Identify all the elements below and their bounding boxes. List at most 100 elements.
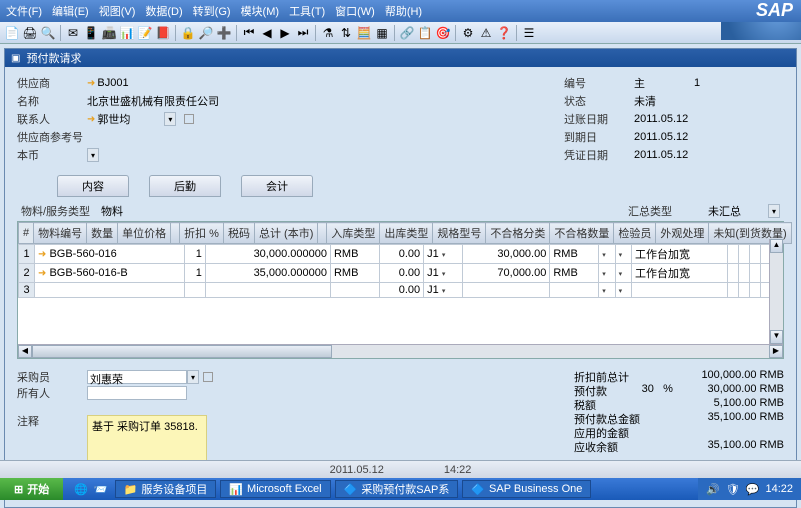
- col-item[interactable]: 物料编号: [34, 223, 87, 244]
- col-nc-class[interactable]: 不合格分类: [486, 223, 550, 244]
- tab-content[interactable]: 内容: [57, 175, 129, 197]
- scroll-down-icon[interactable]: ▼: [770, 330, 783, 344]
- owner-value[interactable]: [87, 386, 187, 400]
- menu-data[interactable]: 数据(D): [145, 3, 182, 19]
- task-item[interactable]: 📊Microsoft Excel: [220, 480, 330, 498]
- col-tax[interactable]: 税码: [223, 223, 254, 244]
- due-value[interactable]: 2011.05.12: [634, 131, 688, 143]
- tb-context-icon[interactable]: ☰: [521, 25, 537, 41]
- col-qty[interactable]: 数量: [87, 223, 118, 244]
- link-arrow-icon[interactable]: ➜: [87, 78, 95, 89]
- tb-sms-icon[interactable]: 📱: [83, 25, 99, 41]
- menu-view[interactable]: 视图(V): [99, 3, 136, 19]
- buyer-dropdown[interactable]: ▾: [187, 370, 199, 384]
- tb-link-icon[interactable]: 🔗: [399, 25, 415, 41]
- currency-dropdown[interactable]: ▾: [87, 148, 99, 162]
- tb-prev-icon[interactable]: ◀: [259, 25, 275, 41]
- contact-browse-icon[interactable]: [184, 114, 194, 124]
- quicklaunch-icon[interactable]: 🌐: [71, 483, 91, 496]
- sumtype-dropdown[interactable]: ▾: [768, 204, 780, 218]
- col-rownum[interactable]: #: [19, 223, 34, 244]
- total-value: 35,100.00 RMB: [708, 411, 784, 425]
- doc-value[interactable]: 2011.05.12: [634, 149, 688, 161]
- menu-modules[interactable]: 模块(M): [241, 3, 280, 19]
- tb-fax-icon[interactable]: 📠: [101, 25, 117, 41]
- vendor-value[interactable]: BJ001: [97, 77, 128, 89]
- currency-label: 本币: [17, 147, 87, 163]
- start-button[interactable]: ⊞ 开始: [0, 478, 63, 500]
- col-surface[interactable]: 外观处理: [656, 223, 709, 244]
- dp-pct[interactable]: 30: [642, 383, 654, 395]
- menu-help[interactable]: 帮助(H): [385, 3, 422, 19]
- scroll-left-icon[interactable]: ◀: [18, 345, 32, 358]
- col-in[interactable]: 入库类型: [327, 223, 380, 244]
- contact-dropdown[interactable]: ▾: [164, 112, 176, 126]
- tb-preview-icon[interactable]: 🔍: [40, 25, 56, 41]
- tb-target-icon[interactable]: 🎯: [435, 25, 451, 41]
- buyer-value[interactable]: 刘惠荣: [87, 370, 187, 384]
- tray-icon[interactable]: 💬: [746, 483, 760, 496]
- col-disc[interactable]: 折扣 %: [180, 223, 224, 244]
- sumtype-value[interactable]: 未汇总: [708, 203, 768, 219]
- tb-word-icon[interactable]: 📝: [137, 25, 153, 41]
- tb-pdf-icon[interactable]: 📕: [155, 25, 171, 41]
- tb-filter-icon[interactable]: ⚗: [320, 25, 336, 41]
- tb-find-icon[interactable]: 🔎: [198, 25, 214, 41]
- tb-add-icon[interactable]: ➕: [216, 25, 232, 41]
- tb-export-icon[interactable]: 📊: [119, 25, 135, 41]
- post-value[interactable]: 2011.05.12: [634, 113, 688, 125]
- tb-calc-icon[interactable]: 🧮: [356, 25, 372, 41]
- tb-alert-icon[interactable]: ⚠: [478, 25, 494, 41]
- table-row[interactable]: 1➜ BGB-560-016130,000.000000RMB0.00J1 ▾3…: [19, 245, 783, 264]
- link-arrow-icon[interactable]: ➜: [87, 114, 95, 125]
- tb-lock-icon[interactable]: 🔒: [180, 25, 196, 41]
- name-value: 北京世盛机械有限责任公司: [87, 93, 219, 109]
- scroll-thumb[interactable]: [32, 345, 332, 358]
- tb-layout-icon[interactable]: ▦: [374, 25, 390, 41]
- tb-new-icon[interactable]: 📄: [4, 25, 20, 41]
- remark-value[interactable]: 基于 采购订单 35818.: [87, 415, 207, 465]
- no-value[interactable]: 1: [694, 77, 700, 89]
- tab-logistics[interactable]: 后勤: [149, 175, 221, 197]
- tb-settings-icon[interactable]: ⚙: [460, 25, 476, 41]
- tb-last-icon[interactable]: ⏭: [295, 25, 311, 41]
- menu-goto[interactable]: 转到(G): [193, 3, 231, 19]
- balance-value: 35,100.00 RMB: [708, 439, 784, 453]
- table-row[interactable]: 2➜ BGB-560-016-B135,000.000000RMB0.00J1 …: [19, 264, 783, 283]
- tray-icon[interactable]: 🔊: [706, 483, 720, 496]
- buyer-browse-icon[interactable]: [203, 372, 213, 382]
- tab-accounting[interactable]: 会计: [241, 175, 313, 197]
- grid-hscroll[interactable]: ◀ ▶: [18, 344, 783, 358]
- scroll-right-icon[interactable]: ▶: [769, 345, 783, 358]
- tb-email-icon[interactable]: ✉: [65, 25, 81, 41]
- task-item[interactable]: 📁服务设备项目: [115, 480, 217, 498]
- form-titlebar[interactable]: ▣ 预付款请求: [5, 49, 796, 67]
- col-inspector[interactable]: 检验员: [614, 223, 656, 244]
- menu-tools[interactable]: 工具(T): [289, 3, 325, 19]
- tb-help-icon[interactable]: ❓: [496, 25, 512, 41]
- tb-first-icon[interactable]: ⏮: [241, 25, 257, 41]
- tb-next-icon[interactable]: ▶: [277, 25, 293, 41]
- col-out[interactable]: 出库类型: [380, 223, 433, 244]
- statusbar: 2011.05.12 14:22: [0, 460, 801, 478]
- scroll-up-icon[interactable]: ▲: [770, 239, 783, 253]
- contact-value[interactable]: 郭世均: [97, 111, 130, 127]
- menu-edit[interactable]: 编辑(E): [52, 3, 89, 19]
- tb-print-icon[interactable]: 🖨: [22, 25, 38, 41]
- task-item[interactable]: 🔷SAP Business One: [462, 480, 591, 498]
- tb-base-icon[interactable]: 📋: [417, 25, 433, 41]
- tray-icon[interactable]: 🛡: [726, 483, 740, 496]
- task-item[interactable]: 🔷采购预付款SAP系: [335, 480, 459, 498]
- col-price[interactable]: 单位价格: [118, 223, 171, 244]
- col-spec[interactable]: 规格型号: [433, 223, 486, 244]
- tray-clock[interactable]: 14:22: [765, 483, 793, 495]
- col-total[interactable]: 总计 (本市): [254, 223, 317, 244]
- grid-vscroll[interactable]: ▲ ▼: [769, 239, 783, 344]
- menu-file[interactable]: 文件(F): [6, 3, 42, 19]
- table-row[interactable]: 30.00J1 ▾▾▾: [19, 283, 783, 298]
- menu-window[interactable]: 窗口(W): [335, 3, 375, 19]
- col-nc-qty[interactable]: 不合格数量: [550, 223, 614, 244]
- tb-sort-icon[interactable]: ⇅: [338, 25, 354, 41]
- itemtype-value[interactable]: 物料: [101, 203, 123, 219]
- quicklaunch-icon[interactable]: 📨: [91, 483, 111, 496]
